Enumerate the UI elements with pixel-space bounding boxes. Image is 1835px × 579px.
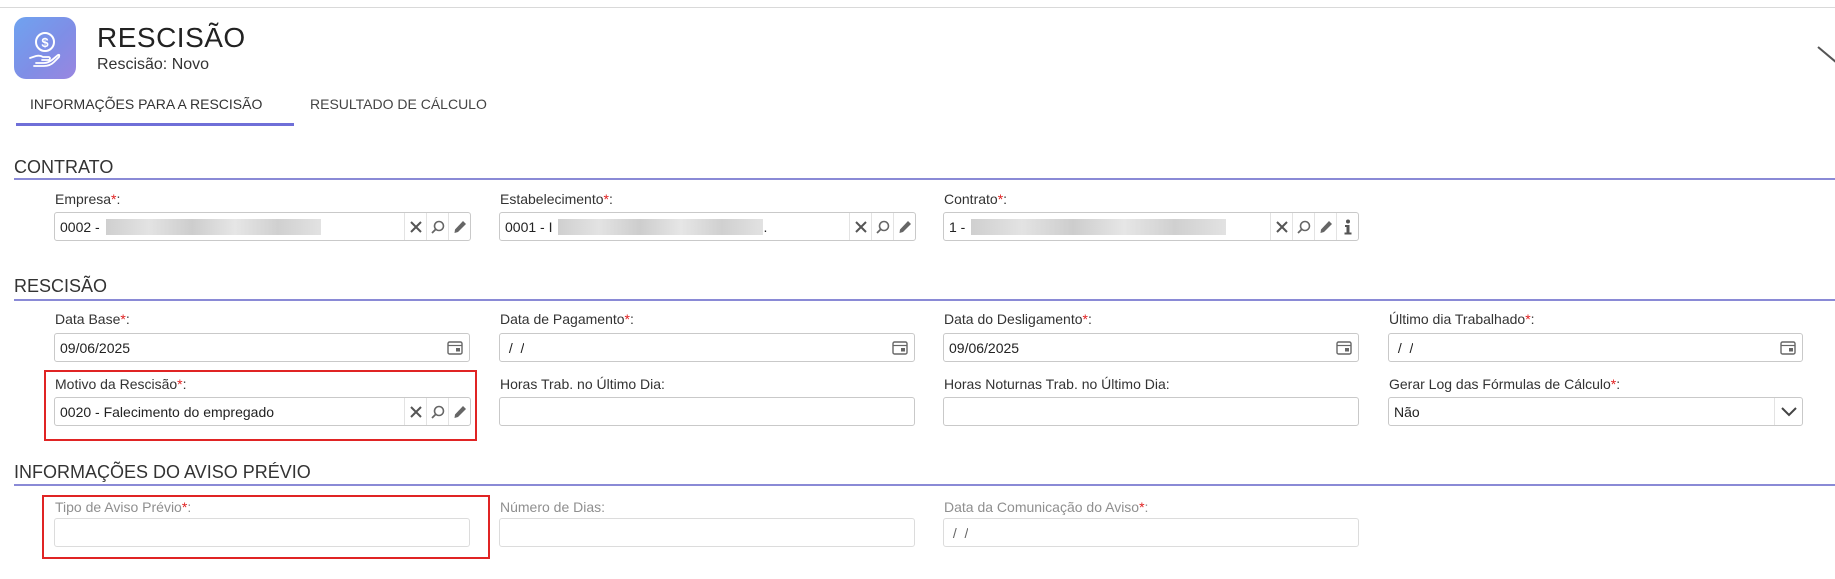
clear-icon[interactable] [404,213,426,240]
search-icon[interactable] [871,213,893,240]
edit-icon[interactable] [893,213,915,240]
estabelecimento-field[interactable]: 0001 - I. [499,212,916,241]
calendar-icon[interactable] [445,338,465,356]
calendar-icon[interactable] [1334,338,1354,356]
tab-informacoes[interactable]: INFORMAÇÕES PARA A RESCISÃO [16,92,294,126]
numero-dias-label: Número de Dias: [500,499,606,515]
page-subtitle: Rescisão: Novo [97,56,210,73]
estabelecimento-label: Estabelecimento*: [500,191,613,207]
search-icon[interactable] [426,213,448,240]
contrato-field[interactable]: 1 - [943,212,1359,241]
collapse-icon[interactable] [1817,46,1835,64]
section-divider [14,299,1835,301]
calendar-icon[interactable] [1778,338,1798,356]
motivo-field[interactable]: 0020 - Falecimento do empregado [54,397,471,426]
edit-icon[interactable] [448,398,470,425]
section-title-aviso: INFORMAÇÕES DO AVISO PRÉVIO [14,462,311,482]
numero-dias-field[interactable] [499,518,915,547]
data-pagamento-label: Data de Pagamento*: [500,311,634,327]
section-title-rescisao: RESCISÃO [14,276,108,296]
motivo-label: Motivo da Rescisão*: [55,376,187,392]
svg-text:$: $ [41,35,49,50]
clear-icon[interactable] [404,398,426,425]
chevron-down-icon[interactable] [1774,398,1802,425]
top-divider [0,7,1835,8]
clear-icon[interactable] [849,213,871,240]
data-base-field[interactable]: 09/06/2025 [54,333,470,362]
page-title: RESCISÃO [97,22,246,53]
dollar-hand-icon: $ [14,17,76,79]
section-divider [14,178,1835,180]
section-divider [14,484,1835,486]
info-icon[interactable] [1336,213,1358,240]
horas-noturnas-label: Horas Noturnas Trab. no Último Dia: [944,376,1170,392]
tab-resultado[interactable]: RESULTADO DE CÁLCULO [296,92,501,126]
edit-icon[interactable] [1314,213,1336,240]
search-icon[interactable] [1292,213,1314,240]
data-base-label: Data Base*: [55,311,130,327]
empresa-label: Empresa*: [55,191,121,207]
data-comunicacao-field[interactable]: / / [943,518,1359,547]
section-title-contrato: CONTRATO [14,157,114,177]
clear-icon[interactable] [1270,213,1292,240]
search-icon[interactable] [426,398,448,425]
data-desligamento-label: Data do Desligamento*: [944,311,1092,327]
data-comunicacao-label: Data da Comunicação do Aviso*: [944,499,1149,515]
horas-trab-field[interactable] [499,397,915,426]
horas-noturnas-field[interactable] [943,397,1359,426]
data-pagamento-field[interactable]: / / [499,333,915,362]
edit-icon[interactable] [448,213,470,240]
tipo-aviso-field[interactable] [54,518,470,547]
empresa-field[interactable]: 0002 - [54,212,471,241]
gerar-log-select[interactable]: Não [1388,397,1803,426]
ultimo-dia-label: Último dia Trabalhado*: [1389,311,1535,327]
gerar-log-label: Gerar Log das Fórmulas de Cálculo*: [1389,376,1621,392]
calendar-icon[interactable] [890,338,910,356]
contrato-label: Contrato*: [944,191,1008,207]
ultimo-dia-field[interactable]: / / [1388,333,1803,362]
horas-trab-label: Horas Trab. no Último Dia: [500,376,665,392]
data-desligamento-field[interactable]: 09/06/2025 [943,333,1359,362]
tipo-aviso-label: Tipo de Aviso Prévio*: [55,499,192,515]
